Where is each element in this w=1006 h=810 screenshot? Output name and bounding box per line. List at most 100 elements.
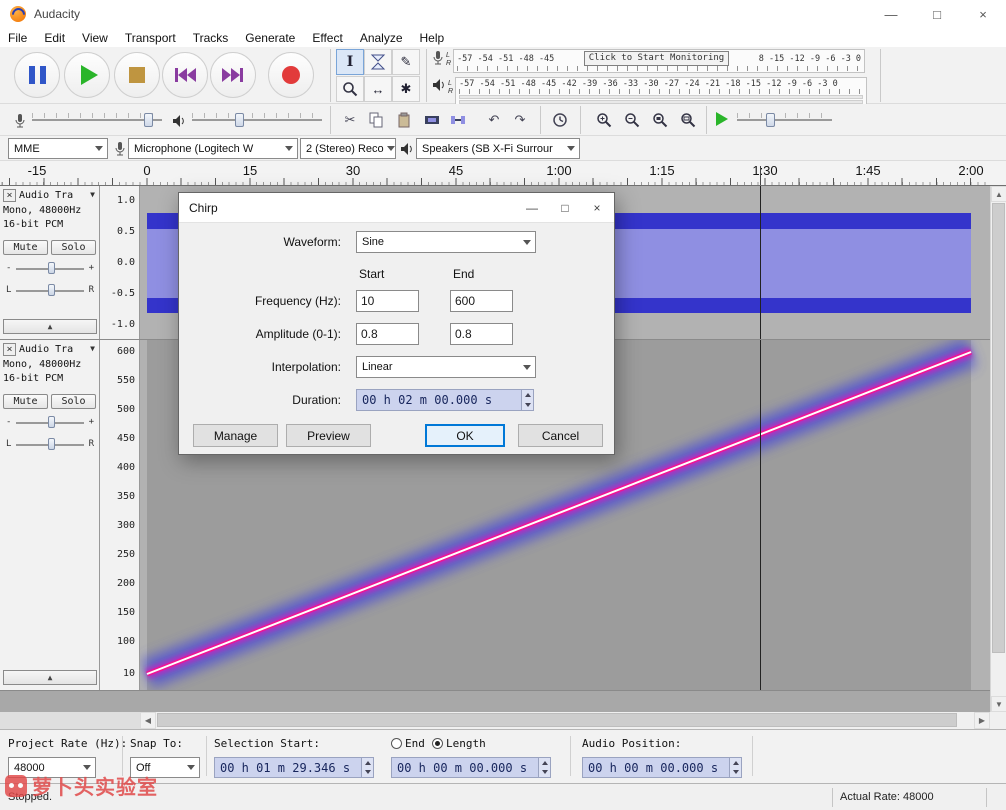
menu-item-help[interactable]: Help xyxy=(420,31,445,45)
slider-thumb[interactable] xyxy=(143,113,153,127)
collapse-button[interactable]: ▲ xyxy=(3,319,97,334)
menu-item-tracks[interactable]: Tracks xyxy=(193,31,229,45)
slider-thumb[interactable] xyxy=(48,284,55,296)
scrollbar-thumb[interactable] xyxy=(157,713,957,727)
cancel-button[interactable]: Cancel xyxy=(518,424,603,447)
track-close-button[interactable]: × xyxy=(3,189,16,202)
zoom-in-button[interactable] xyxy=(592,108,616,132)
collapse-button[interactable]: ▲ xyxy=(3,670,97,685)
spinner-icon[interactable] xyxy=(521,390,533,410)
length-radio[interactable]: Length xyxy=(432,737,486,750)
recording-volume-slider[interactable] xyxy=(32,109,162,129)
zoom-tool-button[interactable] xyxy=(336,76,364,102)
selection-length-time[interactable]: 00 h 00 m 00.000 s xyxy=(391,757,551,778)
scroll-left-button[interactable]: ◀ xyxy=(140,712,156,729)
audio-host-select[interactable]: MME xyxy=(8,138,108,159)
copy-button[interactable] xyxy=(364,108,388,132)
spinner-icon[interactable] xyxy=(538,758,550,777)
menu-item-analyze[interactable]: Analyze xyxy=(360,31,403,45)
timeline-ruler[interactable]: -15 0 15 30 45 1:00 1:15 1:30 1:45 2:00 xyxy=(0,161,1006,186)
slider-thumb[interactable] xyxy=(48,262,55,274)
dialog-close-button[interactable]: × xyxy=(581,193,613,223)
maximize-button[interactable]: □ xyxy=(920,0,954,28)
zoom-out-button[interactable] xyxy=(620,108,644,132)
scrollbar-thumb[interactable] xyxy=(992,203,1005,653)
menu-item-generate[interactable]: Generate xyxy=(245,31,295,45)
silence-audio-button[interactable] xyxy=(446,108,470,132)
dialog-minimize-button[interactable]: — xyxy=(516,193,548,223)
solo-button[interactable]: Solo xyxy=(51,394,96,409)
sync-lock-button[interactable] xyxy=(548,108,572,132)
scroll-up-button[interactable]: ▲ xyxy=(991,186,1006,202)
track-menu-arrow-icon[interactable]: ▼ xyxy=(90,344,95,353)
menu-item-transport[interactable]: Transport xyxy=(125,31,176,45)
mute-button[interactable]: Mute xyxy=(3,394,48,409)
skip-to-start-button[interactable] xyxy=(162,52,208,98)
playback-meter[interactable]: LR -57 -54 -51 -48 -45 -42 -39 -36 -33 -… xyxy=(432,77,868,106)
spinner-icon[interactable] xyxy=(361,758,373,777)
track-2-control-panel[interactable]: × Audio Tra ▼ Mono, 48000Hz 16-bit PCM M… xyxy=(0,340,100,690)
slider-thumb[interactable] xyxy=(48,438,55,450)
play-button[interactable] xyxy=(64,52,110,98)
solo-button[interactable]: Solo xyxy=(51,240,96,255)
fit-selection-button[interactable] xyxy=(648,108,672,132)
menu-item-file[interactable]: File xyxy=(8,31,27,45)
pan-slider[interactable]: L R xyxy=(6,283,94,298)
trim-audio-button[interactable] xyxy=(420,108,444,132)
scroll-down-button[interactable]: ▼ xyxy=(991,696,1006,712)
amplitude-start-input[interactable]: 0.8 xyxy=(356,323,419,345)
selection-start-time[interactable]: 00 h 01 m 29.346 s xyxy=(214,757,374,778)
end-radio[interactable]: End xyxy=(391,737,425,750)
track-1-control-panel[interactable]: × Audio Tra ▼ Mono, 48000Hz 16-bit PCM M… xyxy=(0,186,100,339)
slider-thumb[interactable] xyxy=(48,416,55,428)
recording-channels-select[interactable]: 2 (Stereo) Reco xyxy=(300,138,396,159)
manage-button[interactable]: Manage xyxy=(193,424,278,447)
track-name[interactable]: Audio Tra xyxy=(19,344,73,355)
ok-button[interactable]: OK xyxy=(425,424,505,447)
mute-button[interactable]: Mute xyxy=(3,240,48,255)
fit-project-button[interactable] xyxy=(676,108,700,132)
selection-tool-button[interactable]: I xyxy=(336,49,364,75)
radio-icon[interactable] xyxy=(391,738,402,749)
waveform-select[interactable]: Sine xyxy=(356,231,536,253)
gain-slider[interactable]: - + xyxy=(6,415,94,430)
amplitude-end-input[interactable]: 0.8 xyxy=(450,323,513,345)
monitor-button[interactable]: Click to Start Monitoring xyxy=(583,51,730,66)
draw-tool-button[interactable]: ✎ xyxy=(392,49,420,75)
track-menu-arrow-icon[interactable]: ▼ xyxy=(90,190,95,199)
play-at-speed-button[interactable] xyxy=(716,112,728,126)
frequency-end-input[interactable]: 600 xyxy=(450,290,513,312)
pan-slider[interactable]: L R xyxy=(6,437,94,452)
recording-meter[interactable]: LR -57 -54 -51 -48 -45 Click to Start Mo… xyxy=(432,49,866,73)
radio-checked-icon[interactable] xyxy=(432,738,443,749)
track-close-button[interactable]: × xyxy=(3,343,16,356)
skip-to-end-button[interactable] xyxy=(210,52,256,98)
preview-button[interactable]: Preview xyxy=(286,424,371,447)
gain-slider[interactable]: - + xyxy=(6,261,94,276)
play-speed-slider[interactable] xyxy=(737,109,832,129)
minimize-button[interactable]: — xyxy=(874,0,908,28)
stop-button[interactable] xyxy=(114,52,160,98)
cut-button[interactable]: ✂ xyxy=(338,108,362,132)
slider-thumb[interactable] xyxy=(234,113,244,127)
pause-button[interactable] xyxy=(14,52,60,98)
timeshift-tool-button[interactable]: ↔ xyxy=(364,76,392,102)
slider-thumb[interactable] xyxy=(765,113,775,127)
multi-tool-button[interactable]: ✱ xyxy=(392,76,420,102)
frequency-start-input[interactable]: 10 xyxy=(356,290,419,312)
menu-item-effect[interactable]: Effect xyxy=(312,31,342,45)
redo-button[interactable]: ↷ xyxy=(508,108,532,132)
menu-item-view[interactable]: View xyxy=(82,31,108,45)
vertical-scrollbar[interactable]: ▲ ▼ xyxy=(990,186,1006,712)
close-button[interactable]: × xyxy=(966,0,1000,28)
playback-volume-slider[interactable] xyxy=(192,109,322,129)
duration-time[interactable]: 00 h 02 m 00.000 s xyxy=(356,389,534,411)
audio-position-time[interactable]: 00 h 00 m 00.000 s xyxy=(582,757,742,778)
interpolation-select[interactable]: Linear xyxy=(356,356,536,378)
spinner-icon[interactable] xyxy=(729,758,741,777)
scroll-right-button[interactable]: ▶ xyxy=(974,712,990,729)
recording-device-select[interactable]: Microphone (Logitech W xyxy=(128,138,298,159)
envelope-tool-button[interactable] xyxy=(364,49,392,75)
undo-button[interactable]: ↶ xyxy=(482,108,506,132)
track-name[interactable]: Audio Tra xyxy=(19,190,73,201)
